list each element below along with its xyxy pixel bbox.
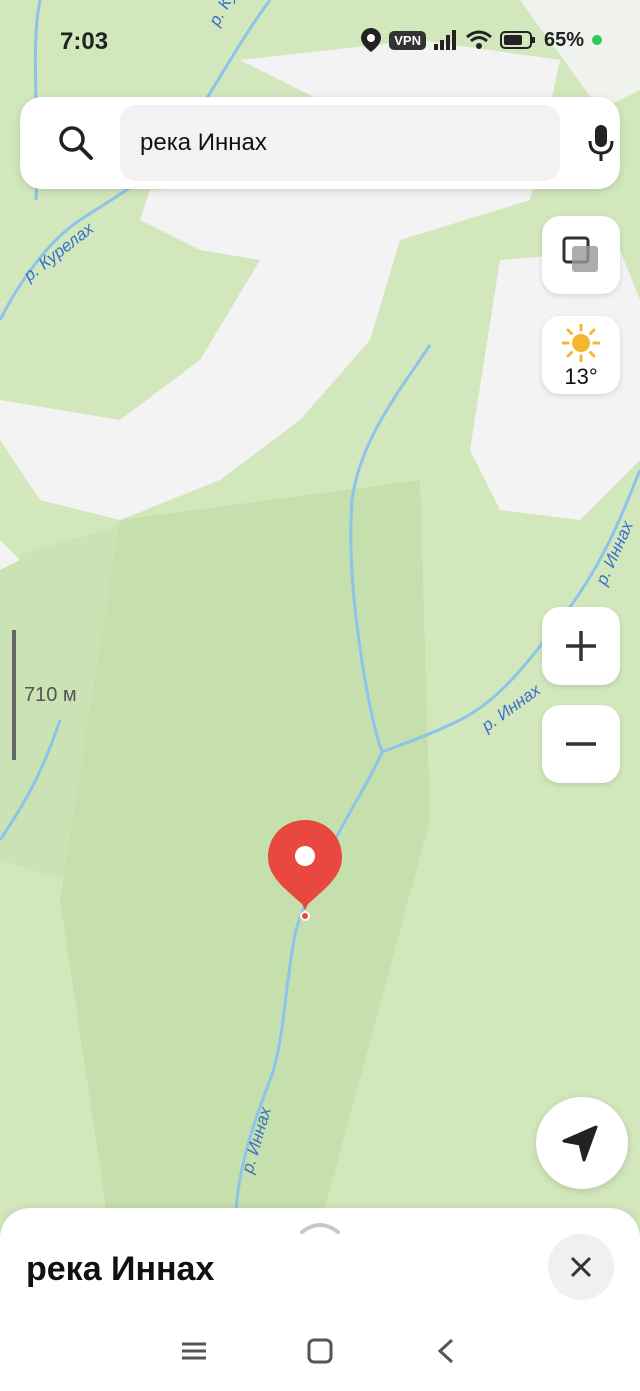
sun-icon — [562, 324, 600, 362]
scale-bar — [12, 630, 16, 760]
search-bar[interactable]: река Иннах — [20, 97, 620, 189]
status-time: 7:03 — [60, 28, 109, 55]
location-pin-marker[interactable] — [266, 818, 344, 928]
status-icons: VPN 65% — [361, 28, 602, 52]
weather-temperature: 13° — [564, 364, 598, 389]
chevron-up-icon[interactable] — [300, 1220, 340, 1234]
location-icon — [361, 28, 382, 52]
weather-button[interactable]: 13° — [542, 316, 620, 394]
signal-icon — [433, 30, 456, 50]
menu-icon[interactable] — [174, 1334, 214, 1368]
search-input[interactable]: река Иннах — [120, 105, 560, 181]
microphone-icon[interactable] — [586, 123, 616, 163]
search-icon[interactable] — [58, 125, 94, 161]
wifi-icon — [466, 30, 492, 49]
my-location-button[interactable] — [536, 1097, 628, 1189]
close-button[interactable] — [548, 1234, 614, 1300]
vpn-badge: VPN — [389, 30, 426, 50]
system-navigation-bar — [0, 1316, 640, 1386]
plus-icon — [566, 631, 596, 661]
zoom-in-button[interactable] — [542, 607, 620, 685]
search-query: река Иннах — [140, 129, 267, 156]
layers-button[interactable] — [542, 216, 620, 294]
layers-icon — [562, 236, 598, 272]
battery-percent: 65% — [543, 28, 584, 51]
close-icon — [570, 1256, 592, 1278]
back-icon[interactable] — [426, 1334, 466, 1368]
scale-label: 710 м — [24, 684, 77, 706]
privacy-indicator — [592, 35, 602, 45]
zoom-out-button[interactable] — [542, 705, 620, 783]
minus-icon — [566, 742, 596, 746]
navigation-arrow-icon — [562, 1125, 598, 1162]
place-title: река Иннах — [26, 1250, 215, 1288]
status-bar: 7:03 VPN 65% — [0, 0, 640, 80]
home-icon[interactable] — [300, 1334, 340, 1368]
battery-icon — [499, 31, 535, 49]
